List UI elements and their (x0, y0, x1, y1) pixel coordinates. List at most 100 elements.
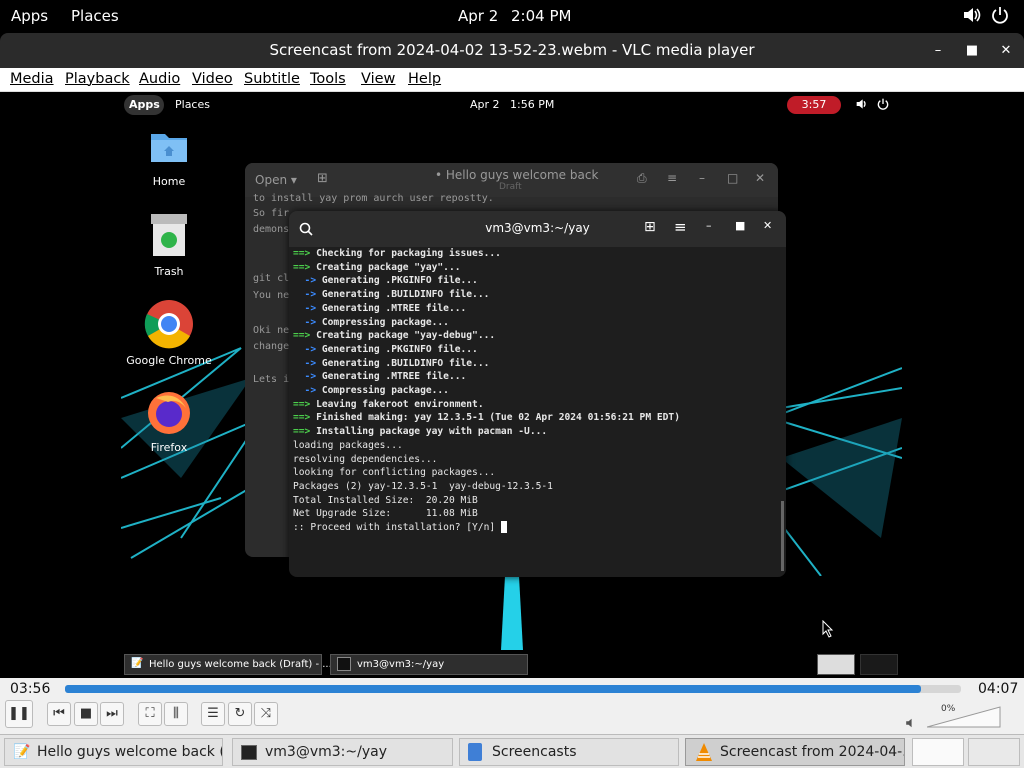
editor-line: git cl (253, 273, 290, 284)
menu-subtitle[interactable]: Subtitle (244, 71, 300, 87)
terminal-line: -> Generating .BUILDINFO file... (293, 289, 490, 301)
inner-date: Apr 2 (470, 98, 500, 111)
terminal-line: ==> Checking for packaging issues... (293, 248, 501, 259)
terminal-line: ==> Creating package "yay"... (293, 261, 461, 273)
menu-audio[interactable]: Audio (139, 71, 180, 87)
inner-workspace-1 (817, 654, 855, 675)
terminal-close-icon: ✕ (763, 219, 773, 232)
terminal-line: loading packages... (293, 439, 403, 451)
editor-close-icon: ✕ (755, 171, 766, 185)
inner-apps: Apps (129, 98, 160, 111)
volume-icon[interactable] (962, 6, 982, 28)
terminal-new-tab-icon: ⊞ (644, 219, 656, 235)
total-time[interactable]: 04:07 (978, 681, 1018, 697)
next-button[interactable]: ⏭ (100, 702, 124, 726)
editor-save-icon: ⎙ (637, 171, 647, 185)
elapsed-time[interactable]: 03:56 (10, 681, 50, 697)
desktop-chrome: Google Chrome (124, 299, 214, 367)
task-terminal[interactable]: vm3@vm3:~/yay (232, 738, 453, 766)
top-bar: Apps Places Apr 2 2:04 PM (0, 0, 1024, 32)
inner-power-icon (877, 98, 889, 113)
editor-open: Open ▾ (255, 173, 297, 187)
terminal-line: looking for conflicting packages... (293, 467, 496, 479)
terminal-line: Net Upgrade Size: 11.08 MiB (293, 508, 478, 520)
desktop-trash: Trash (124, 214, 214, 278)
inner-task-terminal-label: vm3@vm3:~/yay (357, 659, 445, 670)
maximize-button[interactable]: ■ (962, 41, 982, 61)
vlc-icon (694, 742, 714, 765)
terminal-line: -> Compressing package... (293, 385, 449, 397)
task-editor[interactable]: 📝 Hello guys welcome back (... (4, 738, 223, 766)
pause-button[interactable]: ❚❚ (5, 700, 33, 728)
firefox-label: Firefox (150, 441, 188, 454)
places-menu[interactable]: Places (71, 7, 119, 25)
terminal-scrollbar[interactable] (781, 501, 784, 571)
task-vlc[interactable]: Screencast from 2024-04-... (685, 738, 905, 766)
terminal-line: -> Generating .MTREE file... (293, 302, 467, 314)
volume-slider[interactable]: 0% (926, 704, 1001, 728)
terminal-menu-icon: ≡ (674, 218, 687, 236)
terminal-line: ==> Leaving fakeroot environment. (293, 398, 484, 410)
menu-help[interactable]: Help (408, 71, 441, 87)
task-screencasts-label: Screencasts (492, 744, 577, 760)
menu-playback[interactable]: Playback (65, 71, 130, 87)
editor-subtitle: Draft (499, 182, 522, 192)
terminal-output[interactable]: ==> Checking for packaging issues... ==> … (293, 247, 783, 577)
inner-places: Places (175, 98, 210, 111)
workspace-1[interactable] (912, 738, 964, 766)
inner-volume-icon (855, 98, 869, 113)
editor-icon: 📝 (13, 744, 31, 760)
power-icon[interactable] (991, 6, 1009, 28)
mute-icon[interactable] (905, 714, 917, 733)
inner-task-terminal: vm3@vm3:~/yay (330, 654, 528, 675)
record-indicator: 3:57 (787, 96, 841, 114)
shuffle-button[interactable]: ⤨ (254, 702, 278, 726)
menu-video[interactable]: Video (192, 71, 233, 87)
apps-menu[interactable]: Apps (11, 7, 48, 25)
task-terminal-label: vm3@vm3:~/yay (265, 744, 387, 760)
close-button[interactable]: ✕ (996, 41, 1016, 61)
clock-time[interactable]: 2:04 PM (511, 7, 571, 25)
terminal-line: -> Generating .PKGINFO file... (293, 343, 478, 355)
extended-settings-button[interactable]: ⫼ (164, 702, 188, 726)
loop-button[interactable]: ↻ (228, 702, 252, 726)
seek-bar[interactable] (65, 685, 961, 693)
workspace-2[interactable] (968, 738, 1020, 766)
editor-line: So fir (253, 208, 290, 219)
menu-tools[interactable]: Tools (310, 71, 346, 87)
terminal-line: -> Compressing package... (293, 316, 449, 328)
editor-menu-icon: ≡ (667, 171, 678, 185)
terminal-icon (241, 745, 257, 760)
editor-new-tab-icon: ⊞ (317, 171, 328, 186)
task-screencasts[interactable]: Screencasts (459, 738, 679, 766)
wallpaper-lower (121, 576, 902, 650)
vlc-controls: 03:56 04:07 ❚❚ ⏮ ■ ⏭ ⛶ ⫼ ☰ ↻ ⤨ 0% (0, 678, 1024, 734)
chrome-label: Google Chrome (126, 354, 212, 367)
clock-date[interactable]: Apr 2 (458, 7, 498, 25)
task-editor-label: Hello guys welcome back (... (37, 744, 223, 760)
desktop-home: Home (124, 126, 214, 188)
terminal-line: -> Generating .BUILDINFO file... (293, 357, 490, 369)
terminal-line: Total Installed Size: 20.20 MiB (293, 494, 478, 506)
inner-terminal-icon (337, 657, 351, 671)
stop-button[interactable]: ■ (74, 702, 98, 726)
editor-line: change (253, 341, 290, 352)
inner-editor-icon: 📝 (131, 658, 144, 669)
editor-maximize-icon: □ (727, 171, 739, 185)
fullscreen-button[interactable]: ⛶ (138, 702, 162, 726)
terminal-line: Packages (2) yay-12.3.5-1 yay-debug-12.3… (293, 480, 553, 492)
minimize-button[interactable]: – (928, 41, 948, 61)
terminal-line: ==> Installing package yay with pacman -… (293, 426, 548, 438)
video-area[interactable]: Apps Places Apr 2 1:56 PM 3:57 Home Tras… (0, 92, 1024, 678)
menu-view[interactable]: View (361, 71, 395, 87)
folder-icon (151, 134, 187, 162)
window-title: Screencast from 2024-04-02 13-52-23.webm… (269, 41, 755, 59)
terminal-line: resolving dependencies... (293, 453, 438, 465)
terminal-line: ==> Creating package "yay-debug"... (293, 330, 496, 342)
terminal-header: vm3@vm3:~/yay ⊞ ≡ – ■ ✕ (289, 211, 786, 247)
playlist-button[interactable]: ☰ (201, 702, 225, 726)
previous-button[interactable]: ⏮ (47, 702, 71, 726)
menu-media[interactable]: Media (10, 71, 54, 87)
task-vlc-label: Screencast from 2024-04-... (720, 744, 905, 760)
terminal-line: -> Generating .MTREE file... (293, 371, 467, 383)
